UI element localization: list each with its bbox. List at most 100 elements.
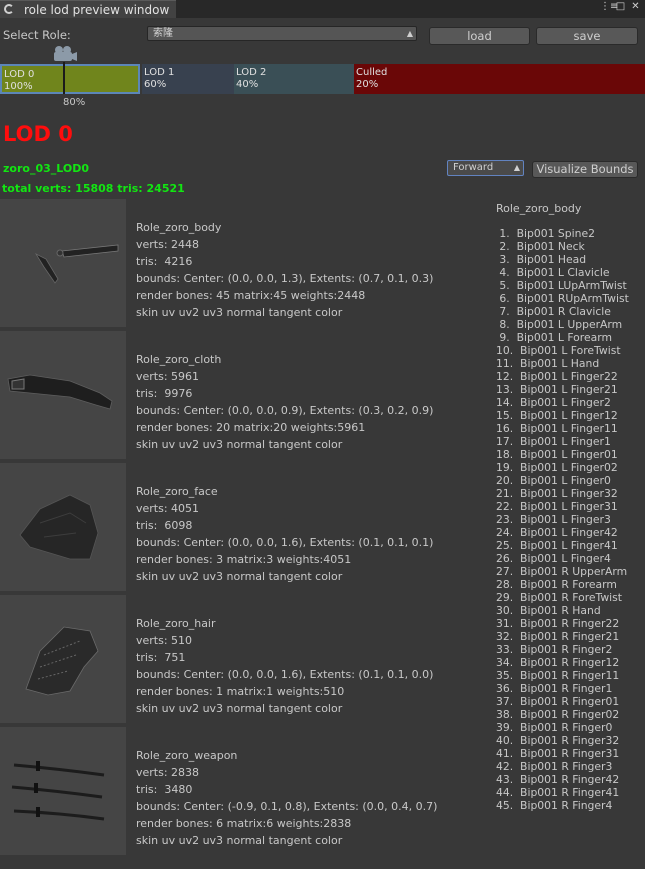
bone-list-item: 2. Bip001 Neck xyxy=(496,240,585,253)
bone-list-item: 41. Bip001 R Finger31 xyxy=(496,747,620,760)
bone-list-item: 44. Bip001 R Finger41 xyxy=(496,786,620,799)
bone-list-item: 7. Bip001 R Clavicle xyxy=(496,305,611,318)
bone-list-item: 30. Bip001 R Hand xyxy=(496,604,601,617)
mesh-channels: skin uv uv2 uv3 normal tangent color xyxy=(136,702,343,715)
mesh-bounds: bounds: Center: (0.0, 0.0, 1.6), Extents… xyxy=(136,536,434,549)
lod-group-bar[interactable]: LOD 0 100% LOD 1 60% LOD 2 40% Culled 20… xyxy=(0,64,645,94)
bone-list-item: 23. Bip001 L Finger3 xyxy=(496,513,611,526)
dropdown-arrow-icon: ▲ xyxy=(406,29,413,38)
bone-list-item: 31. Bip001 R Finger22 xyxy=(496,617,620,630)
lod-segment-1[interactable]: LOD 1 60% xyxy=(142,64,234,94)
bone-list-item: 37. Bip001 R Finger01 xyxy=(496,695,620,708)
total-stats: total verts: 15808 tris: 24521 xyxy=(2,182,185,195)
mesh-verts: verts: 5961 xyxy=(136,370,200,383)
bone-list-item: 39. Bip001 R Finger0 xyxy=(496,721,613,734)
bone-list-item: 38. Bip001 R Finger02 xyxy=(496,708,620,721)
bone-list-item: 18. Bip001 L Finger01 xyxy=(496,448,618,461)
visualize-bounds-button[interactable]: Visualize Bounds xyxy=(532,161,638,178)
render-path-dropdown[interactable]: Forward ▲ xyxy=(447,160,524,176)
lod-segment-name: LOD 2 xyxy=(236,67,267,78)
bone-list-item: 16. Bip001 L Finger11 xyxy=(496,422,618,435)
lod-segment-percent: 100% xyxy=(4,81,33,92)
current-lod-title: LOD 0 xyxy=(3,122,73,146)
model-name: zoro_03_LOD0 xyxy=(3,162,90,175)
maximize-icon[interactable]: □ xyxy=(615,1,626,12)
role-dropdown[interactable]: 索隆 ▲ xyxy=(147,26,417,41)
bone-list-item: 33. Bip001 R Finger2 xyxy=(496,643,613,656)
lod-segment-name: Culled xyxy=(356,67,388,78)
mesh-thumbnail[interactable] xyxy=(0,727,126,855)
lod-segment-2[interactable]: LOD 2 40% xyxy=(234,64,354,94)
mesh-channels: skin uv uv2 uv3 normal tangent color xyxy=(136,306,343,319)
mesh-thumbnail[interactable] xyxy=(0,199,126,327)
bone-list-item: 6. Bip001 RUpArmTwist xyxy=(496,292,629,305)
bone-list-item: 24. Bip001 L Finger42 xyxy=(496,526,618,539)
mesh-verts: verts: 2838 xyxy=(136,766,200,779)
mesh-render-bones: render bones: 20 matrix:20 weights:5961 xyxy=(136,421,366,434)
bone-list-item: 28. Bip001 R Forearm xyxy=(496,578,617,591)
menu-icon[interactable]: ⋮≡ xyxy=(600,1,618,12)
lod-preview-marker[interactable] xyxy=(63,62,65,94)
mesh-name: Role_zoro_body xyxy=(136,221,222,234)
window-title: role lod preview window xyxy=(24,3,170,17)
body-mesh-preview xyxy=(34,244,119,284)
title-bar: role lod preview window ⋮≡ □ ✕ xyxy=(0,0,645,18)
bone-list-item: 27. Bip001 R UpperArm xyxy=(496,565,628,578)
mesh-thumbnail[interactable] xyxy=(0,595,126,723)
cloth-mesh-preview xyxy=(7,374,113,410)
mesh-channels: skin uv uv2 uv3 normal tangent color xyxy=(136,438,343,451)
bone-list-item: 5. Bip001 LUpArmTwist xyxy=(496,279,627,292)
close-icon[interactable]: ✕ xyxy=(630,1,641,12)
bone-list-item: 25. Bip001 L Finger41 xyxy=(496,539,618,552)
mesh-render-bones: render bones: 1 matrix:1 weights:510 xyxy=(136,685,345,698)
dropdown-arrow-icon: ▲ xyxy=(513,163,520,172)
mesh-thumbnail[interactable] xyxy=(0,331,126,459)
mesh-bounds: bounds: Center: (-0.9, 0.1, 0.8), Extent… xyxy=(136,800,438,813)
lod-segment-percent: 20% xyxy=(356,79,379,90)
save-button[interactable]: save xyxy=(536,27,638,45)
bone-list: 1. Bip001 Spine2 2. Bip001 Neck 3. Bip00… xyxy=(496,227,629,812)
bone-list-item: 13. Bip001 L Finger21 xyxy=(496,383,618,396)
camera-icon[interactable] xyxy=(50,44,78,62)
bone-list-item: 9. Bip001 L Forearm xyxy=(496,331,613,344)
bone-list-item: 17. Bip001 L Finger1 xyxy=(496,435,611,448)
mesh-bounds: bounds: Center: (0.0, 0.0, 1.6), Extents… xyxy=(136,668,434,681)
mesh-tris: tris: 6098 xyxy=(136,519,193,532)
bone-list-item: 8. Bip001 L UpperArm xyxy=(496,318,623,331)
face-mesh-preview xyxy=(19,494,99,560)
bone-list-item: 10. Bip001 L ForeTwist xyxy=(496,344,621,357)
load-button[interactable]: load xyxy=(429,27,530,45)
lod-segment-culled[interactable]: Culled 20% xyxy=(354,64,645,94)
render-path-value: Forward xyxy=(453,162,494,173)
select-role-label: Select Role: xyxy=(3,28,71,42)
mesh-info: Role_zoro_weapon verts: 2838 tris: 3480 bou… xyxy=(136,747,437,849)
lod-segment-percent: 40% xyxy=(236,79,259,90)
mesh-name: Role_zoro_cloth xyxy=(136,353,222,366)
weapon-mesh-preview xyxy=(11,761,105,821)
mesh-info: Role_zoro_cloth verts: 5961 tris: 9976 boun… xyxy=(136,351,433,453)
bone-list-item: 29. Bip001 R ForeTwist xyxy=(496,591,623,604)
refresh-icon xyxy=(4,4,14,14)
bone-list-item: 42. Bip001 R Finger3 xyxy=(496,760,613,773)
lod-segment-name: LOD 0 xyxy=(4,69,35,80)
bone-list-item: 1. Bip001 Spine2 xyxy=(496,227,595,240)
bone-list-item: 22. Bip001 L Finger31 xyxy=(496,500,618,513)
mesh-channels: skin uv uv2 uv3 normal tangent color xyxy=(136,834,343,847)
bone-list-item: 26. Bip001 L Finger4 xyxy=(496,552,611,565)
mesh-tris: tris: 4216 xyxy=(136,255,193,268)
bone-list-item: 43. Bip001 R Finger42 xyxy=(496,773,620,786)
mesh-verts: verts: 510 xyxy=(136,634,193,647)
hair-mesh-preview xyxy=(25,626,99,696)
mesh-name: Role_zoro_face xyxy=(136,485,218,498)
mesh-thumbnail[interactable] xyxy=(0,463,126,591)
bone-list-item: 35. Bip001 R Finger11 xyxy=(496,669,620,682)
mesh-verts: verts: 4051 xyxy=(136,502,200,515)
role-toolbar: Select Role: 索隆 ▲ load save xyxy=(0,26,645,48)
mesh-tris: tris: 9976 xyxy=(136,387,193,400)
mesh-render-bones: render bones: 6 matrix:6 weights:2838 xyxy=(136,817,352,830)
mesh-render-bones: render bones: 3 matrix:3 weights:4051 xyxy=(136,553,352,566)
window-tab[interactable]: role lod preview window xyxy=(0,0,176,18)
mesh-tris: tris: 751 xyxy=(136,651,186,664)
bone-list-item: 14. Bip001 L Finger2 xyxy=(496,396,611,409)
lod-segment-0[interactable]: LOD 0 100% xyxy=(0,64,140,94)
